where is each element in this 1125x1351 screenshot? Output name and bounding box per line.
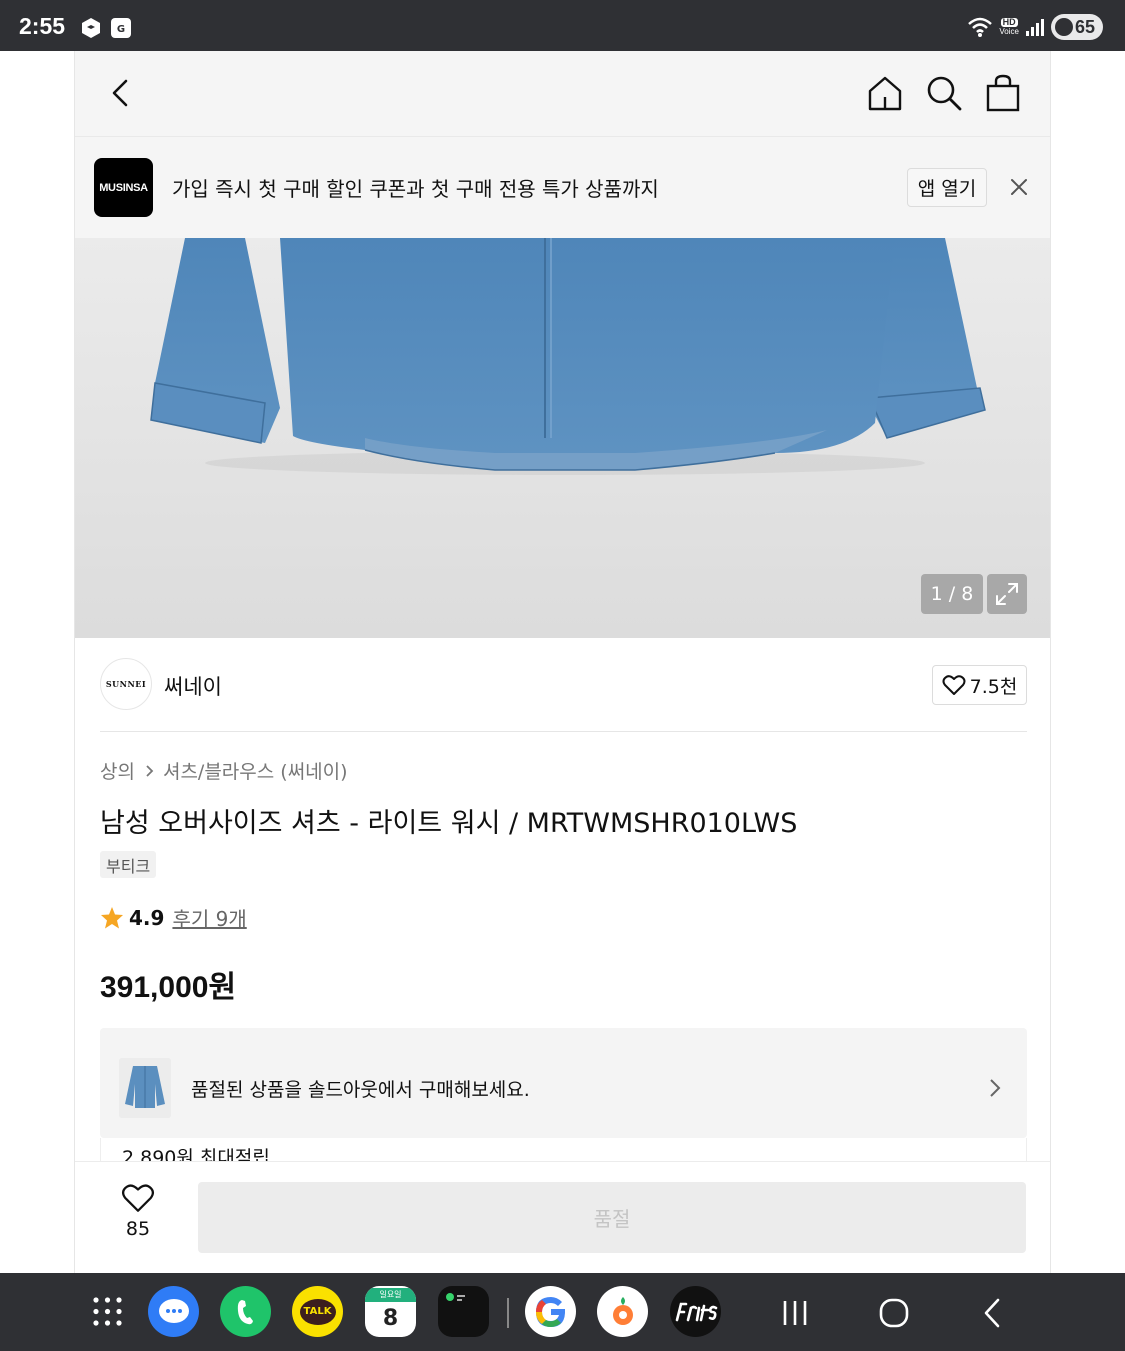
search-icon[interactable] <box>924 73 964 113</box>
fruits-icon[interactable] <box>670 1286 721 1337</box>
shirt-thumbnail <box>119 1058 171 1118</box>
musinsa-logo: MUSINSA <box>94 158 153 217</box>
heart-icon <box>121 1184 155 1212</box>
denim-shirt-image <box>150 238 986 475</box>
svg-text:G: G <box>117 24 125 35</box>
brand-like-count: 7.5천 <box>969 675 1018 698</box>
breadcrumb-child[interactable]: 셔츠/블라우스 (써네이) <box>163 757 348 784</box>
breadcrumb: 상의 셔츠/블라우스 (써네이) <box>100 757 348 784</box>
dock-separator <box>507 1298 509 1328</box>
status-bar: 2:55 G HD Voice 65 <box>0 0 1125 51</box>
heart-icon <box>942 675 966 695</box>
promo-message: 가입 즉시 첫 구매 할인 쿠폰과 첫 구매 전용 특가 상품까지 <box>172 177 659 201</box>
recent-apps-icon[interactable] <box>780 1299 810 1327</box>
soldout-message: 품절된 상품을 솔드아웃에서 구매해보세요. <box>191 1079 530 1101</box>
rating-score: 4.9 <box>129 905 165 930</box>
soldout-button[interactable]: 품절 <box>198 1182 1026 1253</box>
fruits-logo-icon <box>675 1302 717 1321</box>
google-g-icon <box>535 1296 565 1327</box>
wifi-icon <box>968 17 993 37</box>
shopping-bag-icon[interactable] <box>983 73 1023 113</box>
close-icon[interactable] <box>1007 175 1031 199</box>
brand-like-button[interactable]: 7.5천 <box>932 665 1027 705</box>
messages-icon[interactable] <box>148 1286 199 1337</box>
home-icon[interactable] <box>865 73 905 113</box>
product-price: 391,000원 <box>100 971 237 1004</box>
android-dock: TALK 일요일 8 <box>0 1273 1125 1351</box>
rating-row: 4.9 후기 9개 <box>100 903 247 932</box>
back-nav-icon[interactable] <box>980 1297 1006 1329</box>
battery-indicator: 65 <box>1050 14 1103 40</box>
google-icon[interactable] <box>525 1286 576 1337</box>
calendar-day: 일요일 <box>365 1287 416 1302</box>
calendar-date: 8 <box>382 1305 399 1331</box>
status-indicators: HD Voice 65 <box>967 14 1103 40</box>
top-navigation <box>75 51 1050 137</box>
breadcrumb-parent[interactable]: 상의 <box>100 757 135 784</box>
signal-icon <box>1025 19 1044 36</box>
boutique-tag: 부티크 <box>100 851 157 878</box>
soldout-banner[interactable]: 품절된 상품을 솔드아웃에서 구매해보세요. <box>100 1028 1027 1138</box>
terminal-glyph-icon <box>446 1293 465 1301</box>
favorite-count: 85 <box>125 1218 151 1240</box>
brand-row: SUNNEI 써네이 7.5천 <box>100 656 1027 732</box>
brand-logo[interactable]: SUNNEI <box>100 658 152 710</box>
product-title: 남성 오버사이즈 셔츠 - 라이트 워시 / MRTWMSHR010LWS <box>100 808 798 839</box>
apps-grid-icon[interactable] <box>82 1286 133 1337</box>
kakaotalk-icon[interactable]: TALK <box>292 1286 343 1337</box>
brand-name[interactable]: 써네이 <box>164 671 222 701</box>
terminal-icon[interactable] <box>438 1286 489 1337</box>
favorite-button[interactable]: 85 <box>105 1182 171 1252</box>
chat-bubble-icon <box>158 1298 189 1323</box>
cube-icon <box>82 18 100 38</box>
notification-app-icon: G <box>111 18 131 38</box>
open-app-button[interactable]: 앱 열기 <box>907 168 987 207</box>
star-icon <box>101 906 123 928</box>
chevron-right-icon <box>990 1079 1001 1097</box>
app-promo-banner: MUSINSA 가입 즉시 첫 구매 할인 쿠폰과 첫 구매 전용 특가 상품까… <box>75 137 1050 238</box>
home-nav-icon[interactable] <box>878 1297 910 1329</box>
chevron-right-icon <box>146 764 154 777</box>
calendar-icon[interactable]: 일요일 8 <box>365 1286 416 1337</box>
image-counter: 1 / 8 <box>921 574 983 614</box>
reviews-link[interactable]: 후기 9개 <box>172 903 246 932</box>
carrot-icon[interactable] <box>597 1286 648 1337</box>
chevron-left-icon[interactable] <box>101 73 141 113</box>
phone-icon[interactable] <box>220 1286 271 1337</box>
handset-icon <box>237 1299 253 1324</box>
status-time: 2:55 <box>19 13 66 39</box>
hd-voice-icon: HD Voice <box>999 17 1019 37</box>
bottom-action-bar: 85 품절 <box>75 1161 1050 1273</box>
battery-leaf-icon <box>1054 18 1073 36</box>
product-page: MUSINSA 가입 즉시 첫 구매 할인 쿠폰과 첫 구매 전용 특가 상품까… <box>74 51 1051 1273</box>
talk-label: TALK <box>299 1298 336 1325</box>
expand-icon[interactable] <box>987 574 1027 614</box>
carrot-glyph-icon <box>612 1296 633 1325</box>
product-image-gallery[interactable]: 1 / 8 <box>75 238 1050 638</box>
